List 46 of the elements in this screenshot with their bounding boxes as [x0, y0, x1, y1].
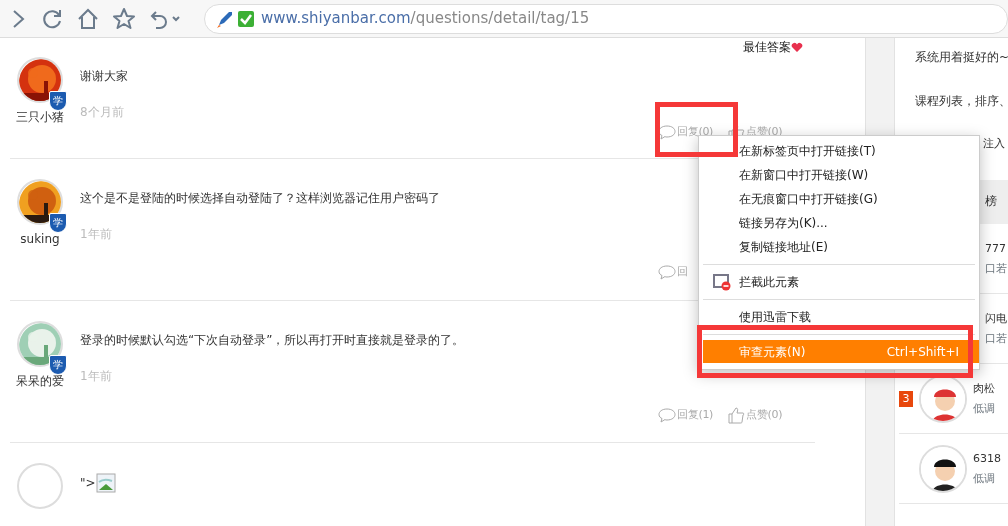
badge-shield: 学 — [49, 355, 67, 375]
broken-image-icon — [95, 473, 116, 493]
user-name[interactable]: 6318 — [973, 448, 1001, 469]
user-motto: 低调 — [973, 470, 996, 487]
post-time: 8个月前 — [80, 104, 125, 121]
avatar-icon[interactable] — [919, 444, 967, 493]
comment-icon — [658, 124, 676, 140]
post-time: 1年前 — [80, 368, 113, 385]
user-motto: 口若 — [985, 330, 1007, 347]
star-icon[interactable] — [112, 6, 136, 31]
answer-text: 登录的时候默认勾选“下次自动登录”，所以再打开时直接就是登录的了。 — [80, 332, 465, 349]
rank-badge: 3 — [899, 390, 913, 407]
menu-item[interactable]: 复制链接地址(E) — [703, 235, 979, 259]
avatar-placeholder — [17, 463, 63, 509]
answer-text: "> — [80, 475, 96, 492]
answer-text: 这个是不是登陆的时候选择自动登陆了？这样浏览器记住用户密码了 — [80, 190, 440, 207]
badge-shield: 学 — [49, 91, 67, 111]
shortcut-text: Ctrl+Shift+I — [886, 343, 959, 361]
sidebar-text: 系统用着挺好的~ — [915, 50, 1008, 64]
check-icon — [237, 9, 255, 28]
heart-icon — [791, 42, 803, 53]
url-host: www.shiyanbar.com — [261, 8, 411, 30]
user-name[interactable]: 闪电 — [985, 308, 1007, 329]
user-name[interactable]: 肉松 — [973, 378, 995, 399]
address-bar[interactable]: www.shiyanbar.com/questions/detail/tag/15 — [204, 3, 1008, 34]
home-icon[interactable] — [76, 6, 100, 31]
comment-icon — [658, 264, 676, 281]
sidebar-text: 注入 — [983, 137, 1005, 150]
author-name[interactable]: suking — [20, 230, 60, 248]
user-motto: 低调 — [973, 400, 995, 417]
comment-icon — [658, 407, 676, 423]
menu-item[interactable]: 使用迅雷下载 — [703, 305, 979, 329]
menu-item[interactable]: 在新标签页中打开链接(T) — [703, 139, 979, 163]
author-name[interactable]: 呆呆的爱 — [16, 372, 64, 390]
block-element-icon — [713, 273, 731, 291]
badge-shield: 学 — [49, 213, 67, 233]
menu-item[interactable]: 拦截此元素 — [703, 270, 979, 294]
user-name[interactable]: 777 — [985, 238, 1007, 259]
post-time: 1年前 — [80, 226, 113, 243]
url-path: /questions/detail/tag/15 — [410, 8, 590, 30]
answer-text: 谢谢大家 — [80, 68, 128, 85]
user-motto: 口若 — [985, 260, 1007, 277]
best-answer-label: 最佳答案 — [743, 38, 803, 56]
sidebar-text: 课程列表，排序、 — [915, 94, 1008, 108]
author-name[interactable]: 三只小猪 — [16, 108, 64, 126]
thumbs-up-icon — [727, 406, 746, 424]
